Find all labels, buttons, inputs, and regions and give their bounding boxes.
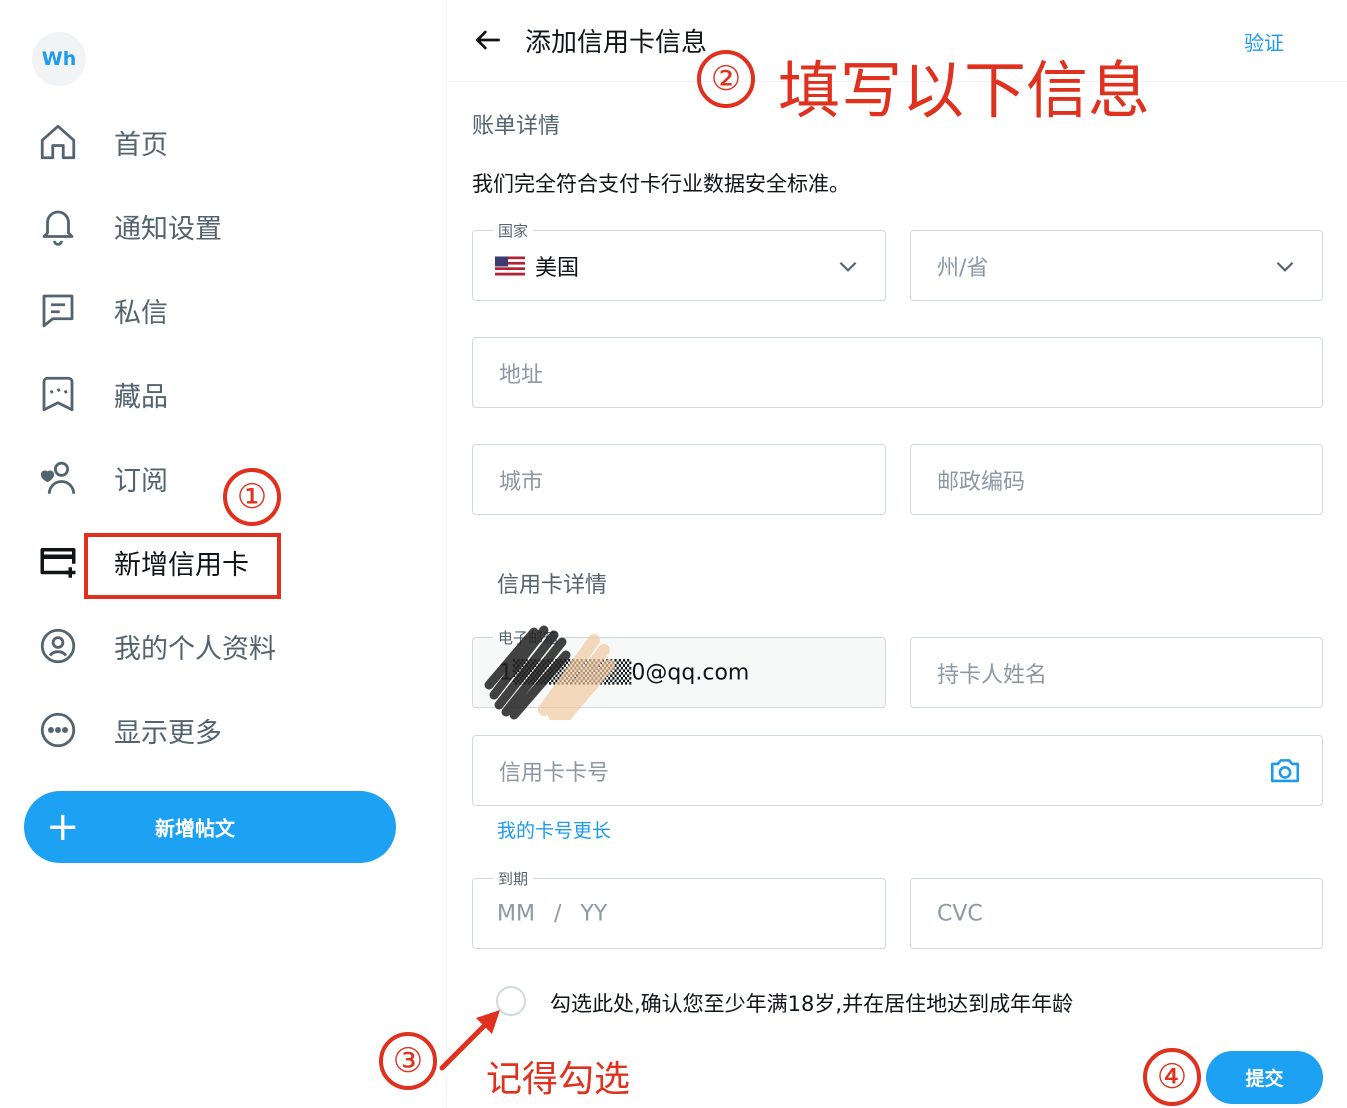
camera-icon[interactable] bbox=[1268, 754, 1302, 788]
expiry-input[interactable]: 到期 MM / YY bbox=[472, 868, 886, 949]
sidebar-item-more[interactable]: 显示更多 bbox=[36, 702, 222, 758]
us-flag-icon bbox=[495, 256, 525, 275]
card-number-placeholder: 信用卡卡号 bbox=[499, 760, 610, 786]
sidebar-item-home[interactable]: 首页 bbox=[36, 114, 168, 170]
sidebar-item-label: 显示更多 bbox=[114, 717, 222, 749]
card-number-input[interactable]: 信用卡卡号 bbox=[472, 735, 1323, 806]
sidebar-item-subscriptions[interactable]: 订阅 bbox=[36, 450, 168, 506]
expiry-placeholder: MM / YY bbox=[497, 901, 608, 926]
sidebar-item-label: 私信 bbox=[114, 297, 168, 329]
subscriptions-icon bbox=[36, 456, 80, 500]
cvc-input[interactable]: CVC bbox=[910, 878, 1323, 949]
annotation-step-3-text: 记得勾选 bbox=[486, 1059, 631, 1100]
annotation-step-2-text: 填写以下信息 bbox=[778, 54, 1151, 127]
back-arrow-icon[interactable] bbox=[472, 24, 504, 56]
sidebar-item-label: 藏品 bbox=[114, 381, 168, 413]
sidebar-item-profile[interactable]: 我的个人资料 bbox=[36, 618, 276, 674]
card-section-title: 信用卡详情 bbox=[497, 573, 608, 598]
security-notice: 我们完全符合支付卡行业数据安全标准。 bbox=[472, 172, 850, 196]
billing-section-title: 账单详情 bbox=[472, 114, 561, 139]
verify-link[interactable]: 验证 bbox=[1244, 27, 1284, 56]
country-select[interactable]: 国家 美国 bbox=[472, 220, 886, 301]
add-card-icon bbox=[36, 540, 80, 584]
city-placeholder: 城市 bbox=[499, 469, 544, 495]
sidebar-item-label: 我的个人资料 bbox=[114, 633, 276, 665]
chevron-down-icon bbox=[1276, 261, 1294, 272]
annotation-step-1: ① bbox=[223, 468, 281, 526]
address-input[interactable]: 地址 bbox=[472, 337, 1323, 408]
submit-button[interactable]: 提交 bbox=[1206, 1051, 1323, 1104]
sidebar-item-messages[interactable]: 私信 bbox=[36, 282, 168, 338]
sidebar-item-label: 首页 bbox=[114, 129, 168, 161]
address-placeholder: 地址 bbox=[499, 362, 544, 388]
annotation-highlight-box bbox=[84, 533, 281, 599]
main-panel: 添加信用卡信息 验证 账单详情 我们完全符合支付卡行业数据安全标准。 国家 美国… bbox=[448, 0, 1347, 1108]
profile-icon bbox=[36, 624, 80, 668]
annotation-step-2: ② bbox=[697, 50, 755, 108]
sidebar-item-notifications[interactable]: 通知设置 bbox=[36, 198, 222, 254]
zip-placeholder: 邮政编码 bbox=[937, 469, 1026, 495]
home-icon bbox=[36, 120, 80, 164]
country-label: 国家 bbox=[493, 220, 534, 241]
sidebar-item-label: 通知设置 bbox=[114, 213, 222, 245]
zip-input[interactable]: 邮政编码 bbox=[910, 444, 1323, 515]
message-icon bbox=[36, 288, 80, 332]
cardholder-name-input[interactable]: 持卡人姓名 bbox=[910, 637, 1323, 708]
age-confirm-text: 勾选此处,确认您至少年满18岁,并在居住地达到成年年龄 bbox=[550, 992, 1074, 1016]
sidebar-item-collectibles[interactable]: 藏品 bbox=[36, 366, 168, 422]
chevron-down-icon bbox=[839, 261, 857, 272]
more-icon bbox=[36, 708, 80, 752]
bell-icon bbox=[36, 204, 80, 248]
new-post-label: 新增帖文 bbox=[155, 816, 235, 841]
new-post-button[interactable]: + 新增帖文 bbox=[24, 791, 396, 863]
annotation-step-4: ④ bbox=[1143, 1048, 1201, 1106]
country-value: 美国 bbox=[535, 255, 580, 281]
cvc-placeholder: CVC bbox=[937, 901, 983, 926]
city-input[interactable]: 城市 bbox=[472, 444, 886, 515]
state-select[interactable]: 州/省 bbox=[910, 230, 1323, 301]
sidebar-item-label: 订阅 bbox=[114, 465, 168, 497]
avatar[interactable]: Wh bbox=[32, 32, 86, 86]
longer-card-number-link[interactable]: 我的卡号更长 bbox=[497, 816, 611, 843]
state-placeholder: 州/省 bbox=[937, 255, 989, 281]
expiry-label: 到期 bbox=[493, 868, 534, 889]
collectibles-icon bbox=[36, 372, 80, 416]
cardholder-placeholder: 持卡人姓名 bbox=[937, 662, 1048, 688]
redaction-scribble bbox=[484, 625, 615, 720]
page-title: 添加信用卡信息 bbox=[525, 28, 708, 58]
annotation-step-3: ③ bbox=[379, 1032, 437, 1090]
